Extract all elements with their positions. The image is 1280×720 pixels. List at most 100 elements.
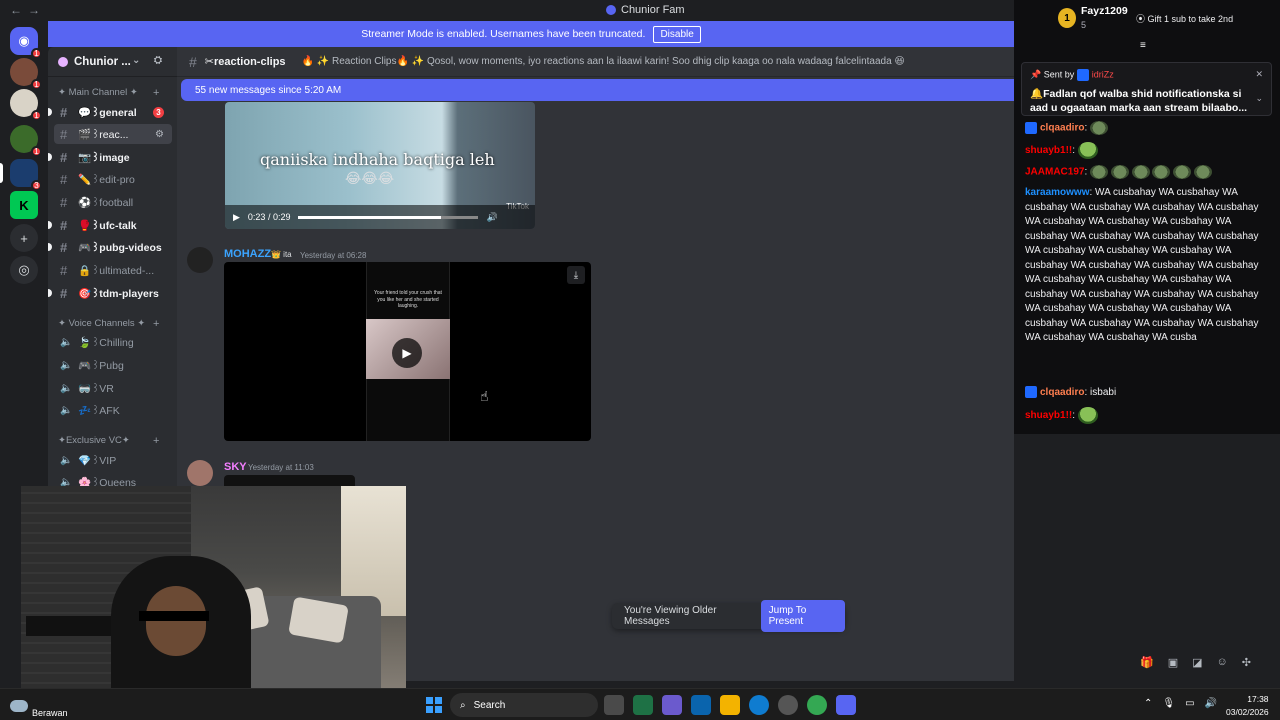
gif-icon[interactable]: ▣ (1168, 656, 1178, 669)
emoji-icon[interactable]: ☺ (1217, 656, 1228, 669)
voice-vip[interactable]: 🔈 💎꒱VIP (54, 450, 172, 470)
back-arrow-icon[interactable]: ← (10, 3, 22, 17)
message-author[interactable]: MOHAZZ (224, 248, 271, 260)
sticker-icon[interactable]: ◪ (1192, 656, 1202, 669)
store-icon[interactable] (691, 695, 711, 715)
chat-username[interactable]: JAAMAC197 (1025, 167, 1084, 178)
network-icon[interactable]: ▭ (1185, 698, 1194, 709)
direct-messages-icon[interactable]: ◉ 1 (10, 27, 42, 59)
excel-icon[interactable] (633, 695, 653, 715)
emote-icon (1110, 165, 1129, 179)
channel-label: 🥊꒱ufc-talk (78, 220, 137, 232)
chevron-up-icon[interactable]: ⌃ (1144, 698, 1152, 709)
unpin-icon[interactable]: ✕ (1255, 69, 1263, 80)
chevron-down-icon[interactable]: ⌄ (1255, 93, 1263, 104)
category-label: ✦ Voice Channels ✦ (58, 318, 146, 329)
kick-server-icon[interactable]: K (10, 191, 38, 219)
discord-taskbar-icon[interactable] (836, 695, 856, 715)
clock[interactable]: 17:38 03/02/2026 (1226, 693, 1269, 719)
chevron-down-icon[interactable]: ⌄ (132, 55, 140, 66)
server-icon-chunior[interactable]: 3 (0, 159, 42, 191)
emote-icon (1193, 165, 1212, 179)
server-header[interactable]: Chunior ... ⌄ ⛭ (48, 47, 177, 77)
apps-icon[interactable]: ✣ (1242, 656, 1251, 669)
copilot-icon[interactable] (662, 695, 682, 715)
channel-topic[interactable]: 🔥 ✨ Reaction Clips🔥 ✨ Qosol, wow moments… (302, 56, 905, 67)
category-exclusive[interactable]: ✦Exclusive VC✦ + (58, 435, 159, 447)
weather-widget[interactable]: Berawan (10, 694, 68, 718)
channel-label: ✏️꒱edit-pro (78, 174, 135, 186)
channel-tdm-players[interactable]: # 🎯꒱tdm-players (48, 283, 172, 303)
volume-icon[interactable]: 🔊 (1205, 698, 1217, 709)
category-voice[interactable]: ✦ Voice Channels ✦ + (58, 318, 159, 330)
forward-arrow-icon[interactable]: → (28, 3, 40, 17)
obs-icon[interactable] (778, 695, 798, 715)
play-button-icon[interactable]: ▶ (392, 338, 422, 368)
unread-indicator (48, 153, 52, 161)
chrome-icon[interactable] (807, 695, 827, 715)
jump-to-present-button[interactable]: Jump To Present (760, 600, 845, 632)
channel-football[interactable]: # ⚽꒱football (54, 192, 172, 212)
category-main[interactable]: ✦ Main Channel ✦ + (58, 87, 159, 99)
video-progress-fill (298, 215, 441, 219)
server-icon-3[interactable]: 1 (10, 125, 42, 157)
new-messages-bar[interactable]: 55 new messages since 5:20 AM (181, 79, 1014, 101)
microphone-icon[interactable]: 🎙 (1162, 698, 1175, 709)
add-channel-icon[interactable]: + (153, 435, 159, 447)
add-channel-icon[interactable]: + (153, 87, 159, 99)
voice-pubg[interactable]: 🔈 🎮꒱Pubg (54, 355, 172, 375)
edge-icon[interactable] (749, 695, 769, 715)
channel-ufc-talk[interactable]: # 🥊꒱ufc-talk (48, 215, 172, 235)
add-channel-icon[interactable]: + (153, 318, 159, 330)
chat-username[interactable]: clqaadiro (1040, 387, 1084, 398)
voice-chilling[interactable]: 🔈 🍃꒱Chilling (54, 332, 172, 352)
add-server-icon[interactable]: + (10, 224, 38, 252)
frog-emote-icon (1077, 142, 1098, 159)
windows-start-icon[interactable] (426, 697, 442, 713)
invite-people-icon[interactable]: ⛭ (154, 55, 162, 66)
speaker-icon: 🔈 (60, 382, 73, 394)
discover-icon[interactable]: ◎ (10, 256, 38, 284)
filter-icon[interactable]: ≡ (1140, 40, 1146, 51)
video-embed-tiktok[interactable]: qaniiska indhaha baqtiga leh 😂😂😂 TikTok … (225, 102, 535, 229)
disable-button[interactable]: Disable (653, 25, 701, 43)
channel-image[interactable]: # 📷꒱image (48, 147, 172, 167)
gear-icon[interactable]: ⚙ (155, 129, 164, 140)
message-author[interactable]: SKY (224, 461, 247, 473)
channel-general[interactable]: # 💬꒱general 3 (48, 102, 172, 122)
channel-reaction-clips[interactable]: # 🎬꒱reac... ⚙ (54, 124, 172, 144)
gift-icon[interactable]: 🎁 (1140, 656, 1154, 669)
emote-icon (1152, 165, 1171, 179)
channel-edit-pro[interactable]: # ✏️꒱edit-pro (54, 169, 172, 189)
chat-username[interactable]: clqaadiro (1040, 123, 1084, 134)
chat-username[interactable]: karaamowww (1025, 187, 1089, 198)
message-timestamp: Yesterday at 06:28 (300, 251, 367, 260)
video-progress[interactable] (298, 215, 479, 219)
video-embed[interactable]: Your friend told your crush that you lik… (224, 262, 591, 441)
channel-pubg-videos[interactable]: # 🎮꒱pubg-videos (48, 237, 172, 257)
gift-sub-button[interactable]: ⦿ Gift 1 sub to take 2nd (1136, 12, 1233, 25)
channel-label: 🎬꒱reac... (78, 129, 129, 141)
avatar[interactable] (187, 247, 213, 273)
voice-vr[interactable]: 🔈 🥽꒱VR (54, 378, 172, 398)
speaker-icon: 🔈 (60, 404, 73, 416)
gift-sub-text: Gift 1 sub to take 2nd (1147, 14, 1234, 24)
channel-ultimated[interactable]: # 🔒꒱ultimated-... (54, 260, 172, 280)
play-icon[interactable]: ▶ (233, 212, 240, 223)
task-view-icon[interactable] (604, 695, 624, 715)
pinned-message[interactable]: 📌 Sent by idriZz ✕ 🔔Fadlan qof walba shi… (1021, 62, 1272, 116)
clock-date: 03/02/2026 (1226, 706, 1269, 717)
avatar[interactable] (187, 460, 213, 486)
server-badge: 1 (31, 110, 42, 121)
server-icon-2[interactable]: 1 (10, 89, 42, 121)
volume-icon[interactable]: 🔊 (486, 212, 497, 223)
chat-username[interactable]: shuayb1!! (1025, 410, 1072, 421)
voice-afk[interactable]: 🔈 💤꒱AFK (54, 400, 172, 420)
top-gifter-name[interactable]: Fayz1209 (1081, 5, 1128, 17)
chat-text: WA cusbahay WA cusbahay WA cusbahay WA c… (1025, 187, 1259, 343)
taskbar-search[interactable]: ⌕ Search (450, 693, 598, 717)
file-explorer-icon[interactable] (720, 695, 740, 715)
chat-username[interactable]: shuayb1!! (1025, 145, 1072, 156)
server-icon-1[interactable]: 1 (10, 58, 42, 90)
download-icon[interactable]: ⤓ (567, 266, 585, 284)
